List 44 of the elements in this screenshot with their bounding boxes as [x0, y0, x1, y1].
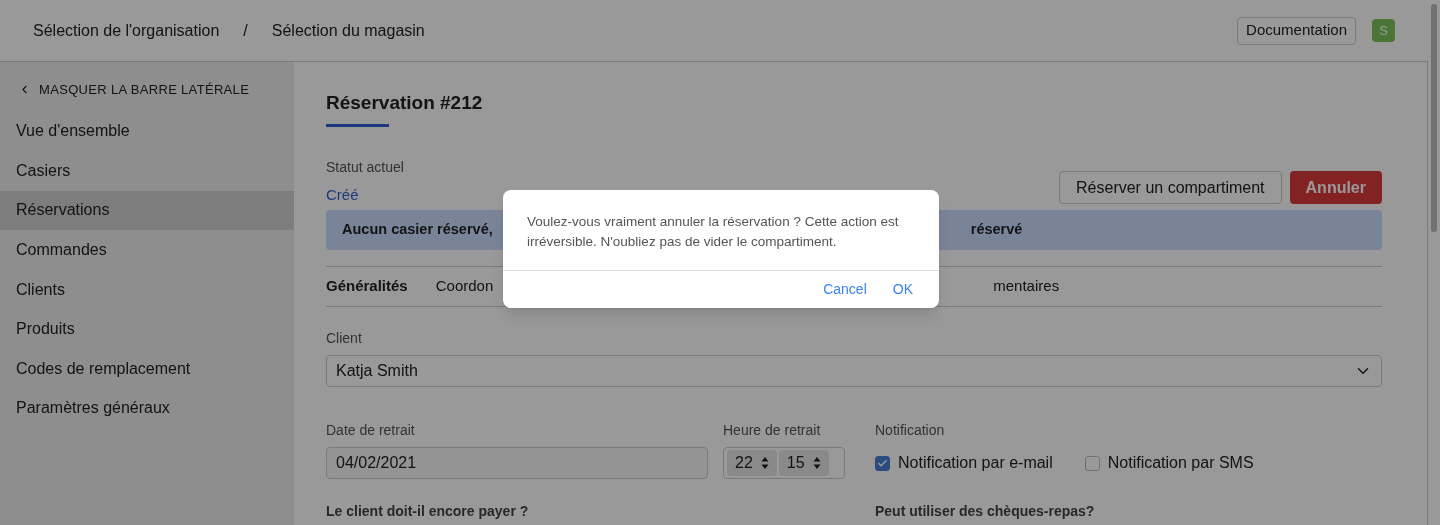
field-label: Statut actuel [326, 157, 404, 177]
number-select[interactable]: 15 [778, 450, 829, 476]
status-value: Créé [326, 184, 360, 205]
sidebar-item[interactable]: Paramètres généraux [0, 388, 294, 429]
checkbox-label: Notification par e-mail [898, 453, 1053, 473]
client-select[interactable]: Katja Smith [326, 355, 1382, 387]
number-select[interactable]: 22 [727, 450, 777, 476]
alert-text: réservé [970, 220, 1023, 240]
reserve-button[interactable]: Réserver un compartiment [1059, 171, 1282, 204]
cancel-dialog-button[interactable]: Cancel [823, 279, 867, 300]
sidebar-item[interactable]: Réservations [0, 190, 294, 231]
field-label: Notification [875, 421, 945, 440]
checkbox-label: Notification par SMS [1107, 453, 1254, 473]
up-down-icon [760, 456, 769, 470]
dialog-message: Voulez-vous vraiment annuler la réservation ? Cette action est irréversible. N'oubliez pas de vider le compartiment. [526, 213, 900, 251]
sidebar-item[interactable]: Clients [0, 269, 294, 310]
date-field[interactable]: 04/02/2021 [326, 447, 708, 479]
breadcrumb-separator: / [243, 20, 248, 41]
field-label: Date de retrait [326, 421, 415, 440]
field-label: Peut utiliser des chèques-repas? [875, 503, 1095, 519]
tab[interactable]: Généralités [326, 275, 408, 298]
checkbox[interactable] [1084, 455, 1100, 471]
sidebar-item[interactable]: Commandes [0, 230, 294, 270]
field-label: Heure de retrait [723, 421, 821, 440]
field-label: Le client doit-il encore payer ? [326, 503, 530, 519]
title-underline [326, 123, 389, 127]
alert-text: Aucun casier réservé, [342, 220, 493, 240]
abort-reservation-button[interactable]: Annuler [1289, 171, 1382, 204]
breadcrumb-link[interactable]: Sélection de l'organisation [33, 18, 220, 43]
check-icon [877, 457, 888, 469]
tab[interactable]: Coordon [435, 275, 494, 298]
field-label: Client [326, 329, 362, 348]
checkbox[interactable] [875, 455, 890, 471]
sidebar-item[interactable]: Codes de remplacement [0, 349, 294, 389]
tab[interactable]: mentaires [993, 275, 1060, 298]
hide-sidebar-button[interactable]: MASQUER LA BARRE LATÉRALE [0, 80, 250, 100]
sidebar-item[interactable]: Produits [0, 309, 294, 350]
sidebar-item[interactable]: Casiers [0, 151, 294, 191]
breadcrumb-link[interactable]: Sélection du magasin [271, 18, 425, 43]
sidebar-item[interactable]: Vue d'ensemble [0, 111, 294, 152]
ok-button[interactable]: OK [892, 279, 913, 300]
up-down-icon [812, 456, 821, 470]
page-title: Réservation #212 [326, 91, 483, 115]
documentation-button[interactable]: Documentation [1237, 16, 1356, 45]
